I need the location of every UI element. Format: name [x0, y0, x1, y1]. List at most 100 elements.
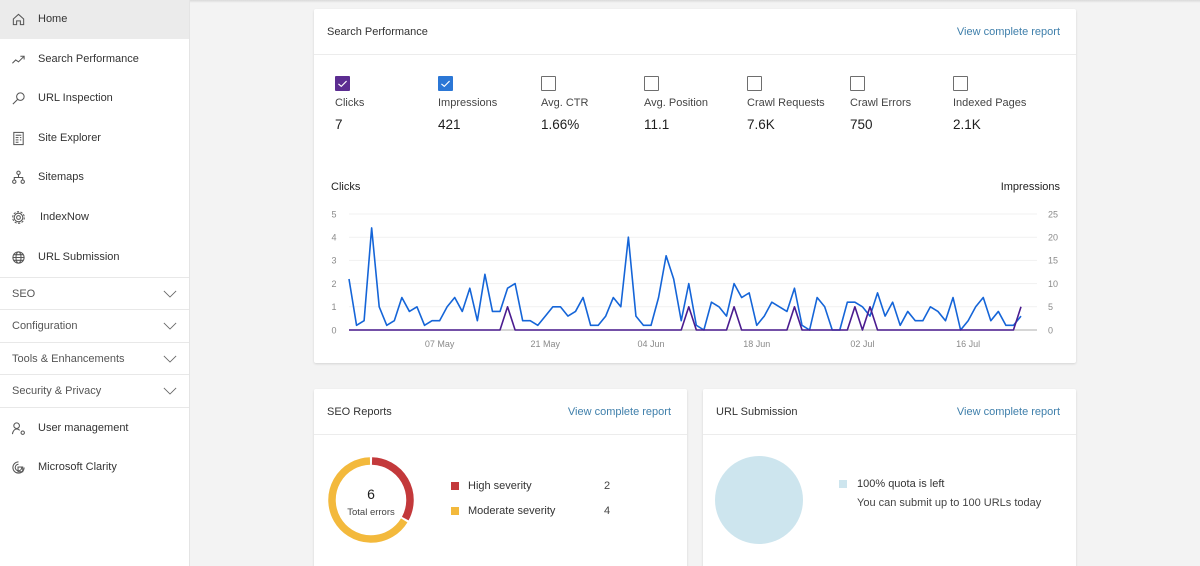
clicks-data-point	[535, 328, 540, 333]
sidebar-item-search-performance[interactable]: Search Performance	[0, 40, 189, 79]
sidebar-section-tools-enhancements[interactable]: Tools & Enhancements	[0, 343, 189, 376]
metric-value: 2.1K	[953, 117, 981, 132]
moderate-severity-count: 4	[604, 505, 611, 517]
view-complete-report-link[interactable]: View complete report	[957, 26, 1060, 38]
quota-pie-chart	[715, 456, 803, 544]
avg-ctr-checkbox[interactable]	[541, 76, 556, 91]
clicks-data-point	[928, 328, 933, 333]
view-complete-report-link[interactable]: View complete report	[957, 406, 1060, 418]
impressions-data-point	[354, 323, 359, 328]
metric-avg-ctr: Avg. CTR 1.66%	[541, 76, 641, 146]
impressions-data-point	[460, 309, 465, 314]
sidebar-section-seo[interactable]: SEO	[0, 277, 189, 310]
total-errors-label: Total errors	[347, 507, 395, 518]
x-tick-label: 04 Jun	[638, 339, 665, 349]
impressions-data-point	[543, 314, 548, 319]
avg-position-checkbox[interactable]	[644, 76, 659, 91]
view-complete-report-link[interactable]: View complete report	[568, 406, 671, 418]
clicks-data-point	[475, 328, 480, 333]
impressions-data-point	[414, 304, 419, 309]
clicks-data-point	[377, 328, 382, 333]
impressions-data-point	[754, 323, 759, 328]
impressions-data-point	[732, 281, 737, 286]
metric-impressions: Impressions 421	[438, 76, 538, 146]
indexnow-icon	[11, 210, 26, 225]
impressions-data-point	[611, 295, 616, 300]
sidebar-item-microsoft-clarity[interactable]: Microsoft Clarity	[0, 448, 189, 487]
clicks-data-point	[573, 328, 578, 333]
left-tick-label: 0	[331, 325, 336, 335]
left-tick-label: 3	[331, 256, 336, 266]
sidebar-item-label: URL Submission	[38, 250, 120, 263]
clicks-data-point	[890, 328, 895, 333]
clicks-data-point	[837, 328, 842, 333]
impressions-data-point	[452, 295, 457, 300]
clicks-data-point	[445, 328, 450, 333]
metric-clicks: Clicks 7	[335, 76, 435, 146]
sidebar-item-sitemaps[interactable]: Sitemaps	[0, 158, 189, 197]
impressions-data-point	[581, 295, 586, 300]
impressions-data-point	[898, 323, 903, 328]
x-tick-label: 18 Jun	[743, 339, 770, 349]
clicks-checkbox[interactable]	[335, 76, 350, 91]
sidebar-item-home[interactable]: Home	[0, 0, 189, 39]
impressions-series-line	[348, 227, 1022, 331]
sidebar-item-site-explorer[interactable]: Site Explorer	[0, 119, 189, 158]
impressions-data-point	[769, 300, 774, 305]
clicks-data-point	[883, 328, 888, 333]
clicks-data-point	[414, 328, 419, 333]
high-severity-count: 2	[604, 480, 611, 492]
clicks-data-point	[490, 328, 495, 333]
total-errors-value: 6	[367, 486, 375, 502]
right-tick-label: 0	[1048, 325, 1053, 335]
clicks-data-point	[807, 328, 812, 333]
metric-crawl-requests: Crawl Requests 7.6K	[747, 76, 847, 146]
clicks-data-point	[626, 328, 631, 333]
sidebar-item-url-inspection[interactable]: URL Inspection	[0, 79, 189, 118]
impressions-data-point	[905, 309, 910, 314]
clicks-data-point	[988, 328, 993, 333]
clicks-data-point	[603, 328, 608, 333]
impressions-data-point	[641, 323, 646, 328]
moderate-severity-legend-swatch	[451, 507, 459, 515]
indexed-pages-checkbox[interactable]	[953, 76, 968, 91]
clicks-data-point	[905, 328, 910, 333]
sidebar-item-url-submission[interactable]: URL Submission	[0, 238, 189, 277]
impressions-checkbox[interactable]	[438, 76, 453, 91]
sidebar-item-indexnow[interactable]: IndexNow	[0, 198, 189, 237]
clicks-data-point	[784, 328, 789, 333]
sitemap-icon	[11, 170, 26, 185]
impressions-data-point	[422, 323, 427, 328]
clicks-data-point	[528, 328, 533, 333]
globe-icon	[11, 250, 26, 265]
impressions-data-point	[475, 318, 480, 323]
impressions-data-point	[399, 295, 404, 300]
clicks-data-point	[875, 328, 880, 333]
impressions-data-point	[558, 304, 563, 309]
impressions-data-point	[996, 309, 1001, 314]
card-header: SEO Reports View complete report	[314, 389, 687, 435]
seo-reports-card: SEO Reports View complete report 6 Total…	[314, 389, 687, 566]
clicks-data-point	[973, 328, 978, 333]
crawl-requests-checkbox[interactable]	[747, 76, 762, 91]
impressions-data-point	[505, 286, 510, 291]
quota-left-label: 100% quota is left	[857, 478, 945, 490]
search-performance-card: Search Performance View complete report …	[314, 9, 1076, 363]
clicks-data-point	[762, 328, 767, 333]
clicks-data-point	[596, 328, 601, 333]
quota-left-slice	[715, 456, 803, 544]
clicks-data-point	[437, 328, 442, 333]
metric-label: Avg. Position	[644, 97, 709, 109]
impressions-data-point	[649, 323, 654, 328]
impressions-data-point	[407, 309, 412, 314]
impressions-data-point	[935, 309, 940, 314]
impressions-data-point	[981, 295, 986, 300]
impressions-data-point	[784, 309, 789, 314]
metric-label: Indexed Pages	[953, 97, 1027, 109]
impressions-data-point	[490, 309, 495, 314]
sidebar-section-configuration[interactable]: Configuration	[0, 310, 189, 343]
sidebar-item-user-management[interactable]: User management	[0, 409, 189, 448]
sidebar-section-security-privacy[interactable]: Security & Privacy	[0, 375, 189, 408]
impressions-data-point	[467, 286, 472, 291]
crawl-errors-checkbox[interactable]	[850, 76, 865, 91]
